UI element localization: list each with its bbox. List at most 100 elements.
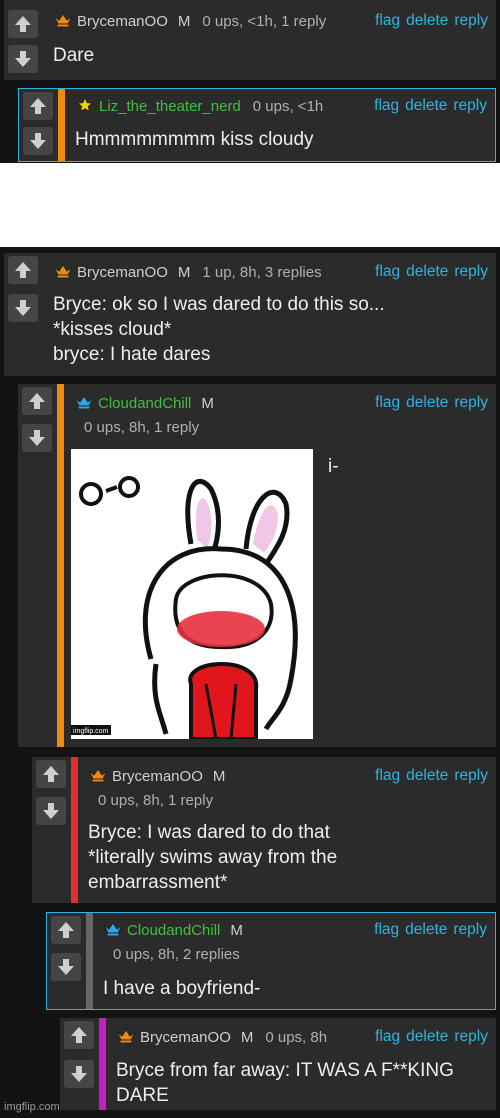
- thread-depth-bar: [57, 384, 64, 747]
- username-link[interactable]: CloudandChill: [127, 922, 220, 939]
- comment-meta: CloudandChill M: [103, 921, 243, 939]
- mod-badge: M: [177, 13, 191, 30]
- reply-link[interactable]: reply: [453, 97, 487, 114]
- arrow-down-icon: [58, 959, 74, 975]
- comment-text: Bryce: ok so I was dared to do this so..…: [53, 294, 385, 365]
- comment-actions: flag delete reply: [369, 263, 488, 281]
- arrow-up-icon: [15, 16, 31, 32]
- comment-actions: flag delete reply: [369, 1028, 488, 1046]
- flag-link[interactable]: flag: [375, 263, 400, 280]
- reply-link[interactable]: reply: [454, 1028, 488, 1045]
- reply-link[interactable]: reply: [454, 263, 488, 280]
- flag-link[interactable]: flag: [375, 12, 400, 29]
- comment-meta: BrycemanOO M 0 ups, 8h: [116, 1028, 327, 1046]
- delete-link[interactable]: delete: [406, 767, 448, 784]
- arrow-down-icon: [71, 1066, 87, 1082]
- arrow-up-icon: [71, 1027, 87, 1043]
- comment: CloudandChill M 0 ups, 8h, 1 reply flag de…: [18, 384, 496, 747]
- flag-link[interactable]: flag: [374, 97, 399, 114]
- username-link[interactable]: CloudandChill: [98, 395, 191, 412]
- site-watermark: imgflip.com: [4, 1101, 60, 1113]
- username-link[interactable]: BrycemanOO: [77, 13, 168, 30]
- username-link[interactable]: BrycemanOO: [112, 768, 203, 785]
- arrow-down-icon: [30, 133, 46, 149]
- flag-link[interactable]: flag: [375, 394, 400, 411]
- crown-icon: [53, 13, 73, 28]
- reply-link[interactable]: reply: [454, 767, 488, 784]
- username-link[interactable]: BrycemanOO: [140, 1029, 231, 1046]
- crown-icon: [88, 768, 108, 783]
- reply-link[interactable]: reply: [454, 394, 488, 411]
- star-icon: [76, 97, 94, 113]
- comment-text: Dare: [53, 45, 95, 66]
- username-link[interactable]: BrycemanOO: [77, 264, 168, 281]
- comment-actions: flag delete reply: [369, 12, 488, 30]
- comment-actions: flag delete reply: [369, 394, 488, 412]
- downvote-button[interactable]: [23, 127, 53, 155]
- downvote-button[interactable]: [36, 797, 66, 825]
- downvote-button[interactable]: [8, 294, 38, 322]
- comment: Liz_the_theater_nerd 0 ups, <1h flag delet…: [18, 88, 496, 162]
- comment-text: i-: [328, 456, 339, 477]
- comment-meta: BrycemanOO M 0 ups, <1h, 1 reply: [53, 12, 326, 30]
- arrow-up-icon: [15, 262, 31, 278]
- upvote-button[interactable]: [36, 760, 66, 788]
- downvote-button[interactable]: [8, 45, 38, 73]
- comment: BrycemanOO M 1 up, 8h, 3 replies flag delet…: [4, 253, 496, 376]
- screenshot-divider: [0, 163, 500, 247]
- comment-text: Bryce: I was dared to do that *literally…: [88, 822, 338, 893]
- delete-link[interactable]: delete: [406, 394, 448, 411]
- comment-stats: 0 ups, 8h, 2 replies: [113, 946, 240, 963]
- mod-badge: M: [230, 922, 243, 939]
- arrow-up-icon: [43, 766, 59, 782]
- image-watermark: imgflip.com: [73, 728, 109, 735]
- upvote-button[interactable]: [64, 1021, 94, 1049]
- thread-depth-bar: [71, 757, 78, 903]
- arrow-down-icon: [43, 803, 59, 819]
- comment-meta: BrycemanOO M: [88, 767, 225, 785]
- delete-link[interactable]: delete: [406, 263, 448, 280]
- delete-link[interactable]: delete: [406, 1028, 448, 1045]
- reply-link[interactable]: reply: [453, 921, 487, 938]
- mod-badge: M: [212, 768, 226, 785]
- upvote-button[interactable]: [51, 916, 81, 944]
- downvote-button[interactable]: [51, 953, 81, 981]
- crown-icon: [53, 264, 73, 279]
- comment: CloudandChill M 0 ups, 8h, 2 replies flag…: [46, 912, 496, 1010]
- arrow-up-icon: [58, 922, 74, 938]
- thread-depth-bar: [58, 89, 65, 161]
- attached-image[interactable]: imgflip.com: [71, 449, 313, 741]
- flag-link[interactable]: flag: [374, 921, 399, 938]
- crown-icon: [116, 1029, 136, 1044]
- flag-link[interactable]: flag: [375, 767, 400, 784]
- upvote-button[interactable]: [8, 10, 38, 38]
- comment-meta: BrycemanOO M 1 up, 8h, 3 replies: [53, 263, 322, 281]
- comment-stats: 0 ups, 8h, 1 reply: [98, 792, 214, 809]
- delete-link[interactable]: delete: [405, 921, 447, 938]
- comment-stats: 1 up, 8h, 3 replies: [202, 264, 322, 281]
- upvote-button[interactable]: [22, 387, 52, 415]
- bunny-drawing-icon: imgflip.com: [71, 476, 298, 741]
- downvote-button[interactable]: [64, 1060, 94, 1088]
- reply-link[interactable]: reply: [454, 12, 488, 29]
- comment-meta: Liz_the_theater_nerd 0 ups, <1h: [75, 97, 323, 115]
- comment-stats: 0 ups, <1h, 1 reply: [202, 13, 327, 30]
- comment-meta: CloudandChill M: [74, 394, 214, 412]
- downvote-button[interactable]: [22, 424, 52, 452]
- delete-link[interactable]: delete: [406, 12, 448, 29]
- upvote-button[interactable]: [23, 92, 53, 120]
- username-link[interactable]: Liz_the_theater_nerd: [99, 98, 241, 115]
- arrow-down-icon: [15, 51, 31, 67]
- mod-badge: M: [177, 264, 191, 281]
- crown-icon: [103, 922, 123, 937]
- comment-actions: flag delete reply: [368, 921, 487, 939]
- comment-stats: 0 ups, 8h, 1 reply: [84, 419, 200, 436]
- delete-link[interactable]: delete: [405, 97, 447, 114]
- comment-actions: flag delete reply: [368, 97, 487, 115]
- comment: BrycemanOO M 0 ups, <1h, 1 reply flag delet…: [4, 0, 496, 80]
- thread-depth-bar: [99, 1018, 106, 1110]
- flag-link[interactable]: flag: [375, 1028, 400, 1045]
- upvote-button[interactable]: [8, 256, 38, 284]
- arrow-down-icon: [15, 300, 31, 316]
- comment-stats: 0 ups, <1h: [252, 98, 324, 115]
